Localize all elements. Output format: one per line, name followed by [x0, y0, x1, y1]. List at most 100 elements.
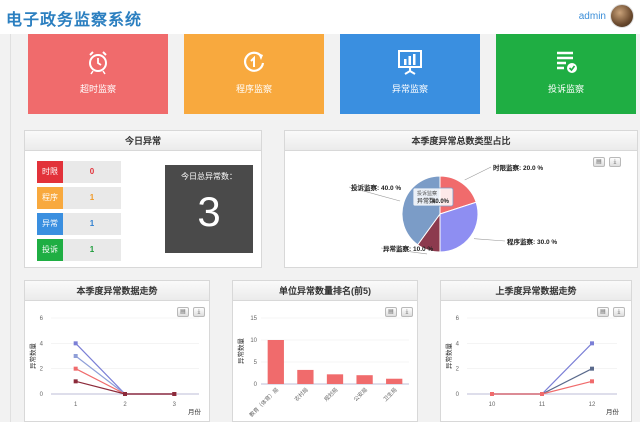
total-anomaly-label: 今日总异常数：: [181, 172, 237, 181]
app-title: 电子政务监察系统: [6, 12, 143, 29]
stat-row-anomaly[interactable]: 异常 1: [37, 213, 121, 235]
x-tick-label: 规划局: [322, 386, 339, 403]
bar: [297, 369, 314, 384]
top-header: 电子政务监察系统 admin: [0, 0, 640, 34]
x-tick-label: 教育（体育）局: [247, 386, 280, 419]
complaint-list-icon: [557, 51, 577, 73]
data-point: [590, 379, 594, 384]
y-axis-label: 异常数量: [236, 338, 245, 365]
bar: [386, 378, 403, 384]
stat-value: 1: [89, 193, 95, 202]
pie-slice-label: 程序监察: 30.0 %: [506, 237, 557, 246]
y-tick-label: 10: [250, 338, 257, 344]
procedure-supervision-tile[interactable]: 程序监察: [184, 34, 324, 114]
panel-title: 本季度异常总数类型占比: [285, 131, 637, 151]
data-point: [73, 379, 78, 384]
tile-label: 投诉监察: [547, 84, 584, 94]
y-tick-label: 0: [254, 382, 258, 388]
dashboard-page: 电子政务监察系统 admin 超时监察 程序监察 异常监察 投诉监察 今日异常 …: [0, 0, 640, 422]
x-tick-label: 农村局: [292, 386, 309, 403]
bar: [356, 375, 373, 384]
stat-row-procedure[interactable]: 程序 1: [37, 187, 121, 209]
stat-value: 1: [89, 245, 95, 254]
y-axis-label: 异常数量: [444, 343, 453, 370]
x-tick-label: 1: [74, 402, 78, 408]
unit-ranking-panel: 单位异常数量排名(前5) ▤ ⤓ 异常数量 0 5 10 15 教育（体育）局 农村局 规划局…: [232, 280, 418, 422]
tile-label: 程序监察: [235, 84, 272, 94]
data-point: [590, 341, 594, 346]
stat-row-time-limit[interactable]: 时限 0: [37, 161, 121, 183]
bar: [267, 340, 284, 384]
x-axis-label: 月份: [188, 407, 202, 416]
total-anomaly-value: 3: [197, 188, 221, 235]
y-tick-label: 4: [40, 341, 44, 347]
pie-leader-line: [464, 166, 492, 181]
total-anomaly-box: 今日总异常数： 3: [165, 165, 253, 253]
series-line: [492, 368, 593, 395]
refresh-cycle-icon: [243, 51, 265, 72]
line-chart: 异常数量 0 2 4 6 10 11 12 月份: [444, 316, 620, 416]
x-axis-label: 月份: [606, 407, 620, 416]
x-tick-label: 公安局: [352, 386, 369, 403]
data-point: [172, 392, 177, 396]
y-tick-label: 0: [40, 392, 44, 398]
x-tick-label: 12: [589, 402, 596, 408]
complaint-supervision-tile[interactable]: 投诉监察: [496, 34, 636, 114]
bar: [326, 374, 344, 384]
pie-chart: 时限监察: 20.0 % 程序监察: 30.0 % 异常监察: 10.0 % 投诉监察…: [348, 163, 557, 255]
stat-tag: 投诉: [37, 239, 63, 261]
user-name-link[interactable]: admin: [579, 11, 606, 22]
y-tick-label: 15: [250, 316, 257, 322]
last-quarter-trend-panel: 上季度异常数据走势 ▤ ⤓ 异常数量 0 2 4 6 10 11 12 月份: [440, 280, 632, 422]
y-tick-label: 4: [456, 341, 460, 347]
data-point: [123, 392, 127, 396]
current-quarter-trend-panel: 本季度异常数据走势 ▤ ⤓ 异常数量 0 2 4 6 1 2 3 月份: [24, 280, 210, 422]
stat-tag: 异常: [37, 213, 63, 235]
pie-chart-panel: 本季度异常总数类型占比 ▤ ⤓ 时限监察: 20.0 % 程序监察: 30.0 %…: [284, 130, 638, 268]
pie-leader-line: [473, 238, 506, 242]
stat-tag: 时限: [37, 161, 63, 183]
tile-label: 异常监察: [391, 84, 428, 94]
series-line: [75, 368, 175, 395]
bar-chart: 异常数量 0 5 10 15 教育（体育）局 农村局 规划局 公安局 卫生局: [236, 316, 409, 419]
panel-title: 今日异常: [25, 131, 261, 151]
data-point: [73, 354, 78, 358]
avatar[interactable]: [610, 4, 634, 28]
stat-row-complaint[interactable]: 投诉 1: [37, 239, 121, 261]
y-tick-label: 2: [40, 367, 44, 373]
timeout-supervision-tile[interactable]: 超时监察: [28, 34, 168, 114]
data-point: [73, 341, 78, 346]
pie-slice-label: 投诉监察: 40.0 %: [351, 183, 401, 192]
y-tick-label: 5: [254, 360, 258, 366]
data-point: [540, 392, 544, 396]
data-point: [490, 392, 494, 396]
stat-value: 1: [89, 219, 95, 228]
series-line: [75, 355, 175, 395]
y-axis-label: 异常数量: [28, 343, 37, 370]
anomaly-supervision-tile[interactable]: 异常监察: [340, 34, 480, 114]
data-point: [590, 366, 594, 371]
pie-tooltip-value: 40.0%: [432, 199, 450, 205]
stat-value: 0: [89, 167, 95, 176]
y-tick-label: 2: [456, 367, 460, 373]
x-tick-label: 卫生局: [381, 386, 398, 403]
x-tick-label: 3: [173, 402, 177, 408]
tile-label: 超时监察: [79, 84, 116, 94]
pie-tooltip-title: 投诉监察: [417, 190, 437, 197]
today-anomaly-panel: 今日异常 时限 0 程序 1 异常 1 投诉 1 今日总异常数： 3: [24, 130, 262, 268]
x-tick-label: 10: [489, 402, 496, 408]
y-tick-label: 0: [456, 392, 460, 398]
panel-title: 上季度异常数据走势: [441, 281, 631, 301]
y-tick-label: 6: [456, 316, 460, 322]
pie-slice-label: 时限监察: 20.0 %: [493, 163, 543, 172]
line-chart: 异常数量 0 2 4 6 1 2 3 月份: [28, 316, 202, 416]
x-tick-label: 2: [123, 402, 127, 408]
alarm-clock-icon: [89, 51, 107, 75]
pie-slice-label: 异常监察: 10.0 %: [383, 244, 433, 253]
presentation-chart-icon: [398, 50, 422, 75]
panel-title: 单位异常数量排名(前5): [233, 281, 417, 301]
x-tick-label: 11: [539, 402, 546, 408]
stat-tag: 程序: [37, 187, 63, 209]
panel-title: 本季度异常数据走势: [25, 281, 209, 301]
y-tick-label: 6: [40, 316, 44, 322]
